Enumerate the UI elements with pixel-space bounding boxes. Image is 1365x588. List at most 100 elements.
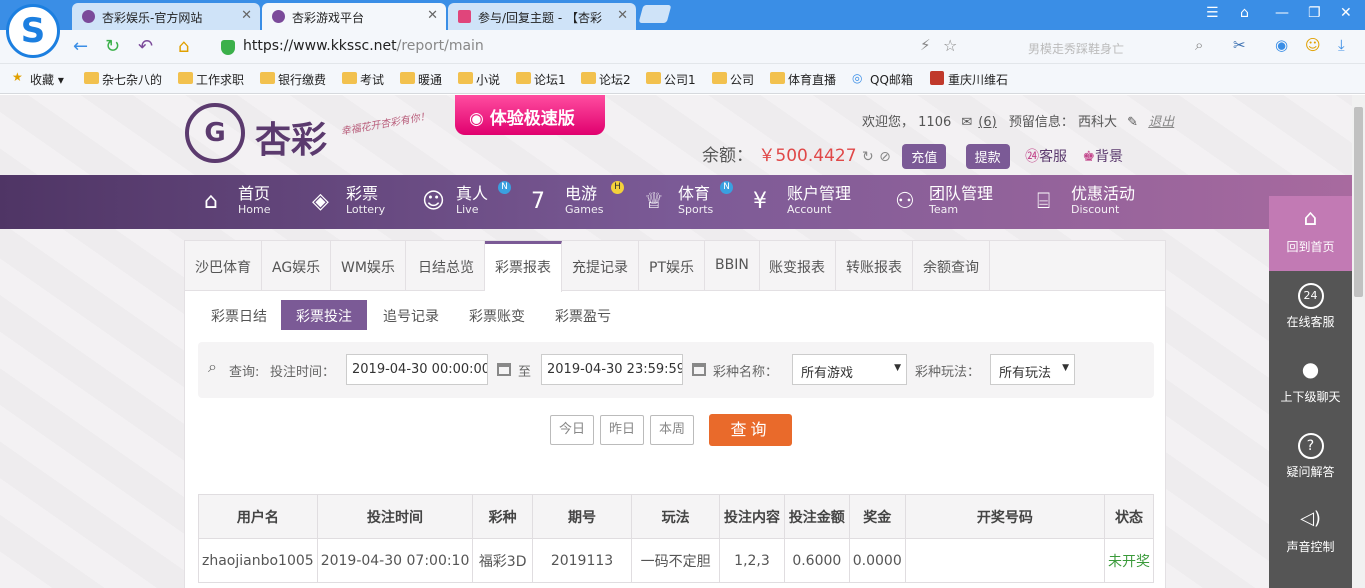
browser-search-input[interactable]: 男模走秀踩鞋身亡: [1000, 34, 1215, 60]
minimize-icon[interactable]: —: [1275, 5, 1289, 21]
nav-discount[interactable]: ⌸ 优惠活动 Discount: [1037, 185, 1135, 217]
browser-tab-active[interactable]: 杏彩游戏平台 ✕: [262, 3, 446, 30]
tab-balance-change[interactable]: 账变报表: [759, 241, 836, 291]
back-icon[interactable]: ←: [73, 36, 88, 57]
browser-logo-icon[interactable]: S: [6, 4, 60, 58]
bookmark-folder[interactable]: 体育直播: [770, 71, 836, 88]
tab-deposit-withdraw[interactable]: 充提记录: [562, 241, 639, 291]
bookmark-folder[interactable]: 杂七杂八的: [84, 71, 162, 88]
cat-lottery-profit[interactable]: 彩票盈亏: [540, 300, 626, 330]
new-badge: N: [720, 181, 733, 194]
bookmark-folder[interactable]: 公司1: [646, 71, 696, 88]
search-icon[interactable]: ⌕: [1195, 36, 1203, 54]
logout-link[interactable]: 退出: [1148, 115, 1174, 130]
tab-saba-sports[interactable]: 沙巴体育: [185, 241, 262, 291]
cat-lottery-daily[interactable]: 彩票日结: [196, 300, 282, 330]
background-link[interactable]: 背景: [1095, 149, 1123, 165]
bookmark-folder[interactable]: 考试: [342, 71, 384, 88]
sidebar-chat[interactable]: ● 上下级聊天: [1269, 346, 1352, 421]
calendar-icon[interactable]: [497, 363, 511, 376]
message-count[interactable]: (6): [978, 115, 996, 130]
bookmark-favorites[interactable]: ★ 收藏 ▾: [12, 70, 64, 88]
translate-icon[interactable]: ◉: [1275, 36, 1288, 54]
nav-label: 账户管理: [787, 184, 852, 203]
sidebar-faq[interactable]: ? 疑问解答: [1269, 421, 1352, 496]
cat-chase-records[interactable]: 追号记录: [368, 300, 454, 330]
sidebar-online-service[interactable]: 24 在线客服: [1269, 271, 1352, 346]
close-window-icon[interactable]: ✕: [1340, 5, 1352, 21]
browser-tab[interactable]: 参与/回复主题 - 【杏彩 ✕: [448, 3, 636, 30]
tab-balance-query[interactable]: 余额查询: [913, 241, 990, 291]
scrollbar-thumb[interactable]: [1354, 107, 1363, 297]
nav-games[interactable]: 7 电游 Games H: [531, 181, 624, 217]
nav-team[interactable]: ⚇ 团队管理 Team: [895, 185, 993, 217]
refresh-icon[interactable]: ↻: [105, 36, 120, 57]
report-panel: 沙巴体育 AG娱乐 WM娱乐 日结总览 彩票报表 充提记录 PT娱乐 BBIN …: [184, 240, 1166, 588]
cat-lottery-changes[interactable]: 彩票账变: [454, 300, 540, 330]
scissors-icon[interactable]: ✂: [1233, 36, 1246, 54]
cat-lottery-bets[interactable]: 彩票投注: [281, 300, 367, 330]
mail-icon[interactable]: ✉: [961, 115, 972, 130]
star-icon[interactable]: ☆: [943, 36, 957, 55]
close-tab-icon[interactable]: ✕: [241, 8, 252, 23]
to-label: 至: [518, 365, 532, 380]
sidebar-home[interactable]: ⌂ 回到首页: [1269, 196, 1352, 271]
home-icon[interactable]: ⌂: [178, 36, 189, 57]
bookmark-qqmail[interactable]: ◎ QQ邮箱: [852, 71, 913, 88]
tab-daily-overview[interactable]: 日结总览: [408, 241, 485, 291]
bookmark-folder[interactable]: 论坛1: [516, 71, 566, 88]
new-tab-button[interactable]: [638, 5, 672, 23]
today-button[interactable]: 今日: [550, 415, 594, 445]
start-time-input[interactable]: 2019-04-30 00:00:00: [346, 354, 488, 385]
search-placeholder: 男模走秀踩鞋身亡: [1028, 42, 1125, 56]
bookmark-folder[interactable]: 暖通: [400, 71, 442, 88]
nav-sublabel: Discount: [1071, 203, 1120, 216]
menu-icon[interactable]: ☰: [1206, 5, 1219, 21]
game-select[interactable]: 所有游戏 ▼: [792, 354, 907, 385]
undo-icon[interactable]: ↶: [138, 36, 153, 57]
customer-service-link[interactable]: 客服: [1039, 149, 1067, 165]
close-tab-icon[interactable]: ✕: [427, 8, 438, 23]
bookmark-folder[interactable]: 公司: [712, 71, 754, 88]
bookmark-folder[interactable]: 工作求职: [178, 71, 244, 88]
bookmark-folder[interactable]: 银行缴费: [260, 71, 326, 88]
page-scrollbar[interactable]: [1352, 95, 1365, 588]
close-tab-icon[interactable]: ✕: [617, 8, 628, 23]
tab-lottery-report[interactable]: 彩票报表: [485, 241, 562, 292]
nav-lottery[interactable]: ◈ 彩票 Lottery: [312, 185, 385, 217]
end-time-input[interactable]: 2019-04-30 23:59:59: [541, 354, 683, 385]
search-button[interactable]: 查询: [709, 414, 792, 446]
maximize-icon[interactable]: ❐: [1308, 5, 1321, 21]
sidebar-sound[interactable]: ◁) 声音控制: [1269, 496, 1352, 571]
tab-pt[interactable]: PT娱乐: [639, 241, 705, 291]
table-row[interactable]: zhaojianbo1005 2019-04-30 07:00:10 福彩3D …: [198, 538, 1155, 583]
url-input[interactable]: https://www.kkssc.net/report/main: [215, 34, 985, 60]
hide-balance-icon[interactable]: ⊘: [879, 149, 891, 165]
speed-version-button[interactable]: ◉ 体验极速版: [455, 95, 605, 135]
this-week-button[interactable]: 本周: [650, 415, 694, 445]
bookmark-folder[interactable]: 小说: [458, 71, 500, 88]
site-logo-icon[interactable]: G: [185, 103, 245, 163]
play-select[interactable]: 所有玩法 ▼: [990, 354, 1075, 385]
yesterday-button[interactable]: 昨日: [600, 415, 644, 445]
deposit-button[interactable]: 充值: [902, 143, 947, 169]
nav-sports[interactable]: ♕ 体育 Sports N: [644, 181, 733, 217]
tab-bbin[interactable]: BBIN: [705, 241, 760, 291]
refresh-balance-icon[interactable]: ↻: [862, 149, 874, 165]
tab-transfer[interactable]: 转账报表: [836, 241, 913, 291]
skin-icon[interactable]: ⌂: [1240, 5, 1249, 21]
calendar-icon[interactable]: [692, 363, 706, 376]
edit-icon[interactable]: ✎: [1127, 115, 1138, 130]
nav-home[interactable]: ⌂ 首页 Home: [204, 185, 270, 217]
lightning-icon[interactable]: ⚡: [920, 36, 931, 54]
bookmark-cqcw[interactable]: 重庆川维石: [930, 71, 1008, 88]
more-icon[interactable]: ☺: [1305, 36, 1321, 54]
withdraw-button[interactable]: 提款: [965, 143, 1010, 169]
tab-ag[interactable]: AG娱乐: [262, 241, 332, 291]
nav-live[interactable]: ☺ 真人 Live N: [422, 181, 511, 217]
browser-tab[interactable]: 杏彩娱乐-官方网站 ✕: [72, 3, 260, 30]
download-icon[interactable]: ⤓: [1338, 36, 1345, 54]
nav-account[interactable]: ¥ 账户管理 Account: [753, 185, 851, 217]
bookmark-folder[interactable]: 论坛2: [581, 71, 631, 88]
tab-wm[interactable]: WM娱乐: [331, 241, 406, 291]
